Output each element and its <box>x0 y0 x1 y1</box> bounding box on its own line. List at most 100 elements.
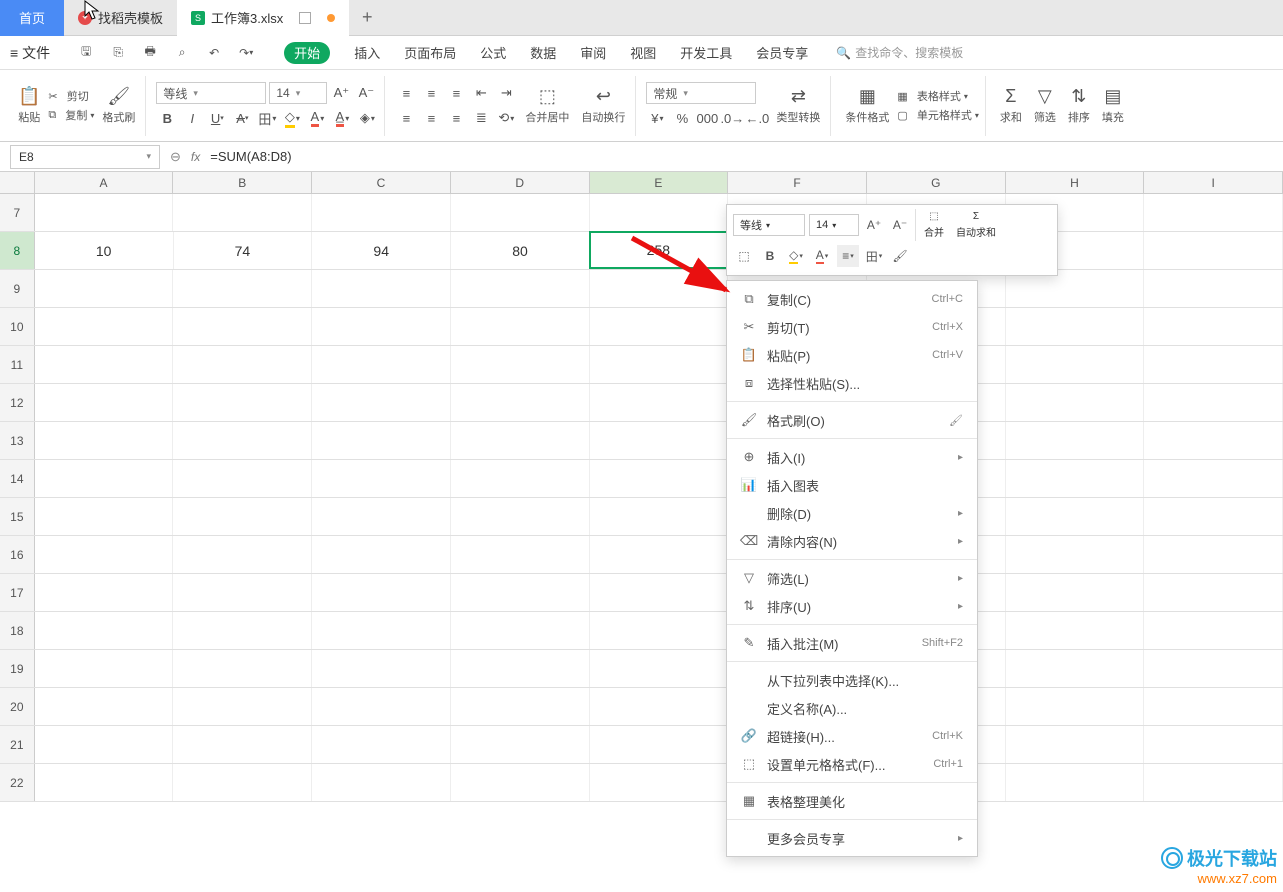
cell-A13[interactable] <box>35 422 174 459</box>
cell-C13[interactable] <box>312 422 451 459</box>
cell-I14[interactable] <box>1144 460 1283 497</box>
ctx-copy[interactable]: ⧉复制(C)Ctrl+C <box>727 285 977 313</box>
ctx-clear[interactable]: ⌫清除内容(N)▸ <box>727 527 977 555</box>
mini-increase-font[interactable]: A⁺ <box>863 214 885 236</box>
sum-button[interactable]: Σ求和 <box>996 86 1026 125</box>
col-header-C[interactable]: C <box>312 172 451 193</box>
cell-C16[interactable] <box>312 536 451 573</box>
print-button[interactable]: 🖶 <box>138 41 162 65</box>
cell-I11[interactable] <box>1144 346 1283 383</box>
row-header-11[interactable]: 11 <box>0 346 35 383</box>
row-header-8[interactable]: 8 <box>0 232 35 269</box>
mini-decrease-font[interactable]: A⁻ <box>889 214 911 236</box>
tab-template[interactable]: ✦ 找稻壳模板 <box>64 0 177 36</box>
format-painter-button[interactable]: 🖌格式刷 <box>98 86 139 125</box>
cell-D17[interactable] <box>451 574 590 611</box>
row-header-14[interactable]: 14 <box>0 460 35 497</box>
percent-button[interactable]: % <box>671 107 693 129</box>
tab-member[interactable]: 会员专享 <box>756 36 808 70</box>
strikethrough-button[interactable]: A▾ <box>231 107 253 129</box>
cell-E17[interactable] <box>590 574 729 611</box>
tab-home[interactable]: 首页 <box>0 0 64 36</box>
italic-button[interactable]: I <box>181 107 203 129</box>
cell-B9[interactable] <box>173 270 312 307</box>
mini-fontcolor-button[interactable]: A <box>811 245 833 267</box>
tab-formula[interactable]: 公式 <box>480 36 506 70</box>
paste-button[interactable]: 📋粘贴 <box>14 86 44 125</box>
cell-B10[interactable] <box>173 308 312 345</box>
row-header-21[interactable]: 21 <box>0 726 35 763</box>
cell-E9[interactable] <box>590 270 729 307</box>
ctx-dropdown-select[interactable]: 从下拉列表中选择(K)... <box>727 666 977 694</box>
cell-H15[interactable] <box>1006 498 1145 535</box>
cell-B11[interactable] <box>173 346 312 383</box>
cell-H21[interactable] <box>1006 726 1145 763</box>
cell-C22[interactable] <box>312 764 451 801</box>
cell-C20[interactable] <box>312 688 451 725</box>
cell-E20[interactable] <box>590 688 729 725</box>
cut-button[interactable]: ✂ 剪切 <box>48 88 94 104</box>
formula-input[interactable]: =SUM(A8:D8) <box>210 149 291 164</box>
tab-workbook[interactable]: S 工作簿3.xlsx <box>177 0 349 36</box>
cell-I17[interactable] <box>1144 574 1283 611</box>
ctx-filter[interactable]: ▽筛选(L)▸ <box>727 564 977 592</box>
cell-B21[interactable] <box>173 726 312 763</box>
cell-A12[interactable] <box>35 384 174 421</box>
cell-A9[interactable] <box>35 270 174 307</box>
table-style-button[interactable]: ▦ 表格样式▾ <box>897 88 978 104</box>
file-menu[interactable]: ≡ 文件 <box>10 43 50 63</box>
col-header-B[interactable]: B <box>173 172 312 193</box>
align-right-button[interactable]: ≡ <box>445 107 467 129</box>
fx-icon[interactable]: fx <box>191 150 200 164</box>
comma-button[interactable]: 000 <box>696 107 718 129</box>
clear-format-button[interactable]: ◈ <box>356 107 378 129</box>
cell-A15[interactable] <box>35 498 174 535</box>
command-search[interactable]: 🔍 查找命令、搜索模板 <box>836 44 963 61</box>
cell-C21[interactable] <box>312 726 451 763</box>
cell-I10[interactable] <box>1144 308 1283 345</box>
cell-C19[interactable] <box>312 650 451 687</box>
col-header-H[interactable]: H <box>1006 172 1145 193</box>
cell-A17[interactable] <box>35 574 174 611</box>
font-color-button[interactable]: A <box>306 107 328 129</box>
cell-C18[interactable] <box>312 612 451 649</box>
cell-C17[interactable] <box>312 574 451 611</box>
cell-H11[interactable] <box>1006 346 1145 383</box>
cell-C15[interactable] <box>312 498 451 535</box>
mini-align-button[interactable]: ≡ <box>837 245 859 267</box>
align-bottom-button[interactable]: ≡ <box>445 82 467 104</box>
preview-button[interactable]: ⌕ <box>170 41 194 65</box>
cell-E7[interactable] <box>590 194 729 231</box>
cell-C12[interactable] <box>312 384 451 421</box>
mini-font-combo[interactable]: 等线▾ <box>733 214 805 236</box>
cell-D22[interactable] <box>451 764 590 801</box>
ctx-paste[interactable]: 📋粘贴(P)Ctrl+V <box>727 341 977 369</box>
ctx-more-member[interactable]: 更多会员专享▸ <box>727 824 977 852</box>
cell-C11[interactable] <box>312 346 451 383</box>
cell-I8[interactable] <box>1144 232 1283 269</box>
wrap-text-button[interactable]: ↩自动换行 <box>577 86 629 125</box>
highlight-button[interactable]: A̲ <box>331 107 353 129</box>
save-as-button[interactable]: ⎘ <box>106 41 130 65</box>
save-button[interactable]: 🖫 <box>74 41 98 65</box>
row-header-16[interactable]: 16 <box>0 536 35 573</box>
row-header-13[interactable]: 13 <box>0 422 35 459</box>
cell-E16[interactable] <box>590 536 729 573</box>
copy-button[interactable]: ⧉ 复制▾ <box>48 107 94 123</box>
ctx-format-cells[interactable]: ⬚设置单元格格式(F)...Ctrl+1 <box>727 750 977 778</box>
cell-A14[interactable] <box>35 460 174 497</box>
orientation-button[interactable]: ⟲ <box>495 107 517 129</box>
cancel-formula-icon[interactable]: ⊖ <box>170 149 181 165</box>
ctx-insert[interactable]: ⊕插入(I)▸ <box>727 443 977 471</box>
align-middle-button[interactable]: ≡ <box>420 82 442 104</box>
mini-formatpainter-button[interactable]: 🖌 <box>889 245 911 267</box>
decrease-font-button[interactable]: A⁻ <box>355 82 377 104</box>
cell-H20[interactable] <box>1006 688 1145 725</box>
col-header-I[interactable]: I <box>1144 172 1283 193</box>
row-header-17[interactable]: 17 <box>0 574 35 611</box>
currency-button[interactable]: ¥ <box>646 107 668 129</box>
mini-fillcolor-button[interactable]: ◇ <box>785 245 807 267</box>
cell-B17[interactable] <box>173 574 312 611</box>
cell-A18[interactable] <box>35 612 174 649</box>
bold-button[interactable]: B <box>156 107 178 129</box>
